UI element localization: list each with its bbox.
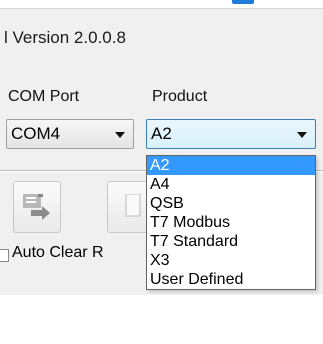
auto-clear-label: Auto Clear R <box>12 244 104 261</box>
product-select[interactable]: A2 <box>146 119 316 149</box>
auto-clear-checkbox[interactable] <box>0 249 9 262</box>
document-icon <box>125 194 141 217</box>
window-title: l Version 2.0.0.8 <box>4 28 126 47</box>
chevron-down-icon[interactable] <box>115 132 125 138</box>
com-port-select[interactable]: COM4 <box>6 119 134 149</box>
product-value: A2 <box>151 124 172 143</box>
product-option-a2[interactable]: A2 <box>147 156 315 175</box>
product-dropdown-list: A2 A4 QSB T7 Modbus T7 Standard X3 User … <box>146 155 316 290</box>
product-option-t7-standard[interactable]: T7 Standard <box>147 232 315 251</box>
top-strip <box>0 0 323 8</box>
accent-bar <box>232 0 254 4</box>
product-option-x3[interactable]: X3 <box>147 251 315 270</box>
list-arrow-icon <box>23 194 50 220</box>
product-option-a4[interactable]: A4 <box>147 175 315 194</box>
product-option-qsb[interactable]: QSB <box>147 194 315 213</box>
product-option-t7-modbus[interactable]: T7 Modbus <box>147 213 315 232</box>
com-port-value: COM4 <box>11 124 61 143</box>
product-option-user-defined[interactable]: User Defined <box>147 270 315 289</box>
product-label: Product <box>152 88 208 105</box>
com-port-label: COM Port <box>8 88 80 105</box>
chevron-down-icon[interactable] <box>297 132 307 138</box>
toolbar-button-1[interactable] <box>13 181 61 233</box>
